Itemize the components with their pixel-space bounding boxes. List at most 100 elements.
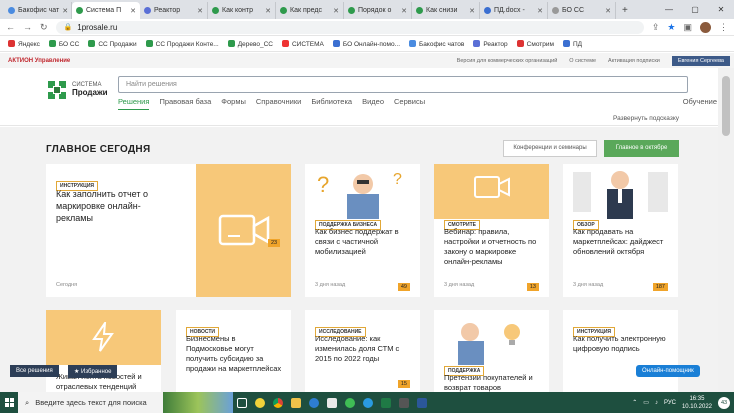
taskbar-search[interactable]: ⌕ Введите здесь текст для поиска (18, 392, 163, 413)
scrollbar-thumb[interactable] (722, 76, 730, 136)
bookmark-item[interactable]: Бакофис чатов (409, 39, 464, 48)
card-marketplace[interactable]: ОБЗОР Как продавать на маркетплейсах: да… (563, 164, 678, 297)
close-tab-icon[interactable]: ✕ (130, 7, 136, 15)
bookmark-item[interactable]: Яндекс (8, 39, 40, 48)
favorites-button[interactable]: ★ Избранное (68, 365, 118, 378)
menu-references[interactable]: Справочники (256, 97, 301, 110)
close-tab-icon[interactable]: ✕ (265, 7, 271, 15)
online-assistant-button[interactable]: Онлайн-помощник (636, 365, 700, 377)
browser-tab[interactable]: Реактор ✕ (140, 2, 208, 19)
card-research[interactable]: ИССЛЕДОВАНИЕ Исследование: как изменилас… (305, 310, 420, 392)
reload-icon[interactable]: ↻ (40, 22, 48, 33)
bookmark-item[interactable]: СИСТЕМА (281, 39, 324, 48)
chrome-icon[interactable] (269, 392, 287, 413)
maximize-icon[interactable]: ▢ (682, 0, 708, 19)
star-icon[interactable]: ★ (667, 22, 675, 33)
close-tab-icon[interactable]: ✕ (401, 7, 407, 15)
bookmark-item[interactable]: БО Онлайн-помо... (332, 39, 400, 48)
bookmark-item[interactable]: ПД (562, 39, 583, 48)
close-tab-icon[interactable]: ✕ (197, 7, 203, 15)
notification-badge[interactable]: 43 (718, 396, 730, 409)
bookmark-icon (473, 39, 481, 47)
browser-tab-bar: Бакофис чат ✕ Система П ✕ Реактор ✕ Как контр ✕… (0, 0, 734, 19)
search-input[interactable]: Найти решения (118, 76, 688, 93)
volume-icon[interactable]: ♪ (655, 400, 658, 406)
menu-icon[interactable]: ⋮ (719, 22, 728, 33)
back-icon[interactable]: ← (6, 22, 15, 32)
network-icon[interactable]: ▭ (643, 399, 649, 406)
seminars-button[interactable]: Конференции и семинары (503, 140, 597, 157)
bookmark-icon (516, 39, 524, 47)
close-window-icon[interactable]: ✕ (708, 0, 734, 19)
close-tab-icon[interactable]: ✕ (469, 7, 475, 15)
extensions-icon[interactable]: ▣ (683, 22, 692, 33)
calculator-icon[interactable] (395, 392, 413, 413)
word-icon[interactable] (413, 392, 431, 413)
share-icon[interactable]: ⇪ (652, 22, 660, 33)
browser-tab[interactable]: Как снизи ✕ (412, 2, 480, 19)
browser-tab[interactable]: Система П ✕ (72, 2, 140, 19)
task-view-icon[interactable] (233, 392, 251, 413)
link-activation[interactable]: Активация подписки (608, 58, 660, 64)
bookmark-item[interactable]: БО СС (48, 39, 79, 48)
user-button[interactable]: Евгения Сергеева (671, 55, 730, 66)
logo-icon[interactable] (46, 79, 68, 101)
url-field[interactable]: 🔒 1prosale.ru (55, 20, 644, 34)
menu-library[interactable]: Библиотека (311, 97, 352, 110)
bookmark-label: ПД (572, 40, 583, 48)
link-commercial[interactable]: Версия для коммерческих организаций (457, 58, 558, 64)
bookmark-item[interactable]: СС Продажи (88, 39, 137, 48)
card-signature[interactable]: ИНСТРУКЦИЯ Как получить электронную цифр… (563, 310, 678, 392)
clock[interactable]: 16:35 10.10.2022 (682, 395, 712, 411)
link-about[interactable]: О системе (569, 58, 596, 64)
explorer-icon[interactable] (287, 392, 305, 413)
card-title: Исследование: как изменилась доля СТМ с … (315, 334, 400, 363)
browser-tab[interactable]: Бакофис чат ✕ (4, 2, 72, 19)
language-indicator[interactable]: РУС (664, 400, 676, 406)
close-tab-icon[interactable]: ✕ (605, 7, 611, 15)
all-solutions-button[interactable]: Все решения (10, 365, 59, 377)
expand-hint-link[interactable]: Развернуть подсказку (613, 115, 679, 122)
menu-legal[interactable]: Правовая база (159, 97, 211, 110)
page-scrollbar[interactable] (718, 68, 734, 392)
telegram-icon[interactable] (359, 392, 377, 413)
mail-icon[interactable] (323, 392, 341, 413)
browser-tab[interactable]: БО СС ✕ (548, 2, 616, 19)
close-tab-icon[interactable]: ✕ (62, 7, 68, 15)
browser-tab[interactable]: ПД.docx - ✕ (480, 2, 548, 19)
minimize-icon[interactable]: — (656, 0, 682, 19)
profile-avatar[interactable] (700, 21, 711, 33)
menu-learning[interactable]: Обучение (683, 97, 717, 106)
forward-icon[interactable]: → (23, 22, 32, 32)
card-date: 3 дня назад (444, 282, 475, 288)
messenger-icon[interactable] (305, 392, 323, 413)
menu-solutions[interactable]: Решения (118, 97, 150, 110)
tray-arrow-icon[interactable]: ⌃ (632, 399, 637, 406)
bookmark-item[interactable]: СС Продажи Конте... (145, 39, 219, 48)
browser-tab[interactable]: Порядок о ✕ (344, 2, 412, 19)
browser-tab[interactable]: Как предс ✕ (276, 2, 344, 19)
close-tab-icon[interactable]: ✕ (333, 7, 339, 15)
menu-video[interactable]: Видео (362, 97, 384, 110)
bookmark-item[interactable]: Реактор (473, 39, 508, 48)
browser-tab[interactable]: Как контр ✕ (208, 2, 276, 19)
card-claims[interactable]: ПОДДЕРЖКА Претензии покупателей и возвра… (434, 310, 549, 392)
aktion-brand[interactable]: АКТИОН Управление (8, 58, 70, 64)
card-news[interactable]: НОВОСТИ Бизнесмены в Подмосковье могут п… (176, 310, 291, 392)
start-button[interactable] (0, 392, 18, 413)
close-tab-icon[interactable]: ✕ (537, 7, 543, 15)
new-tab-icon[interactable]: + (616, 2, 634, 19)
october-button[interactable]: Главное в октябре (604, 140, 679, 157)
bookmark-item[interactable]: Смотрим (516, 39, 554, 48)
card-newsfeed[interactable]: Живая лента новостей и отраслевых тенден… (46, 310, 161, 392)
yandex-browser-icon[interactable] (251, 392, 269, 413)
bookmark-item[interactable]: Дерево_СС (227, 39, 273, 48)
card-featured[interactable]: 23 ИНСТРУКЦИЯ Как заполнить отчет о марк… (46, 164, 291, 297)
menu-forms[interactable]: Формы (221, 97, 246, 110)
card-date: 3 дня назад (315, 282, 346, 288)
excel-icon[interactable] (377, 392, 395, 413)
card-webinar[interactable]: СМОТРИТЕ Вебинар: правила, настройки и о… (434, 164, 549, 297)
menu-services[interactable]: Сервисы (394, 97, 425, 110)
whatsapp-icon[interactable] (341, 392, 359, 413)
card-support[interactable]: ?? ПОДДЕРЖКА БИЗНЕСА Как бизнес поддержа… (305, 164, 420, 297)
